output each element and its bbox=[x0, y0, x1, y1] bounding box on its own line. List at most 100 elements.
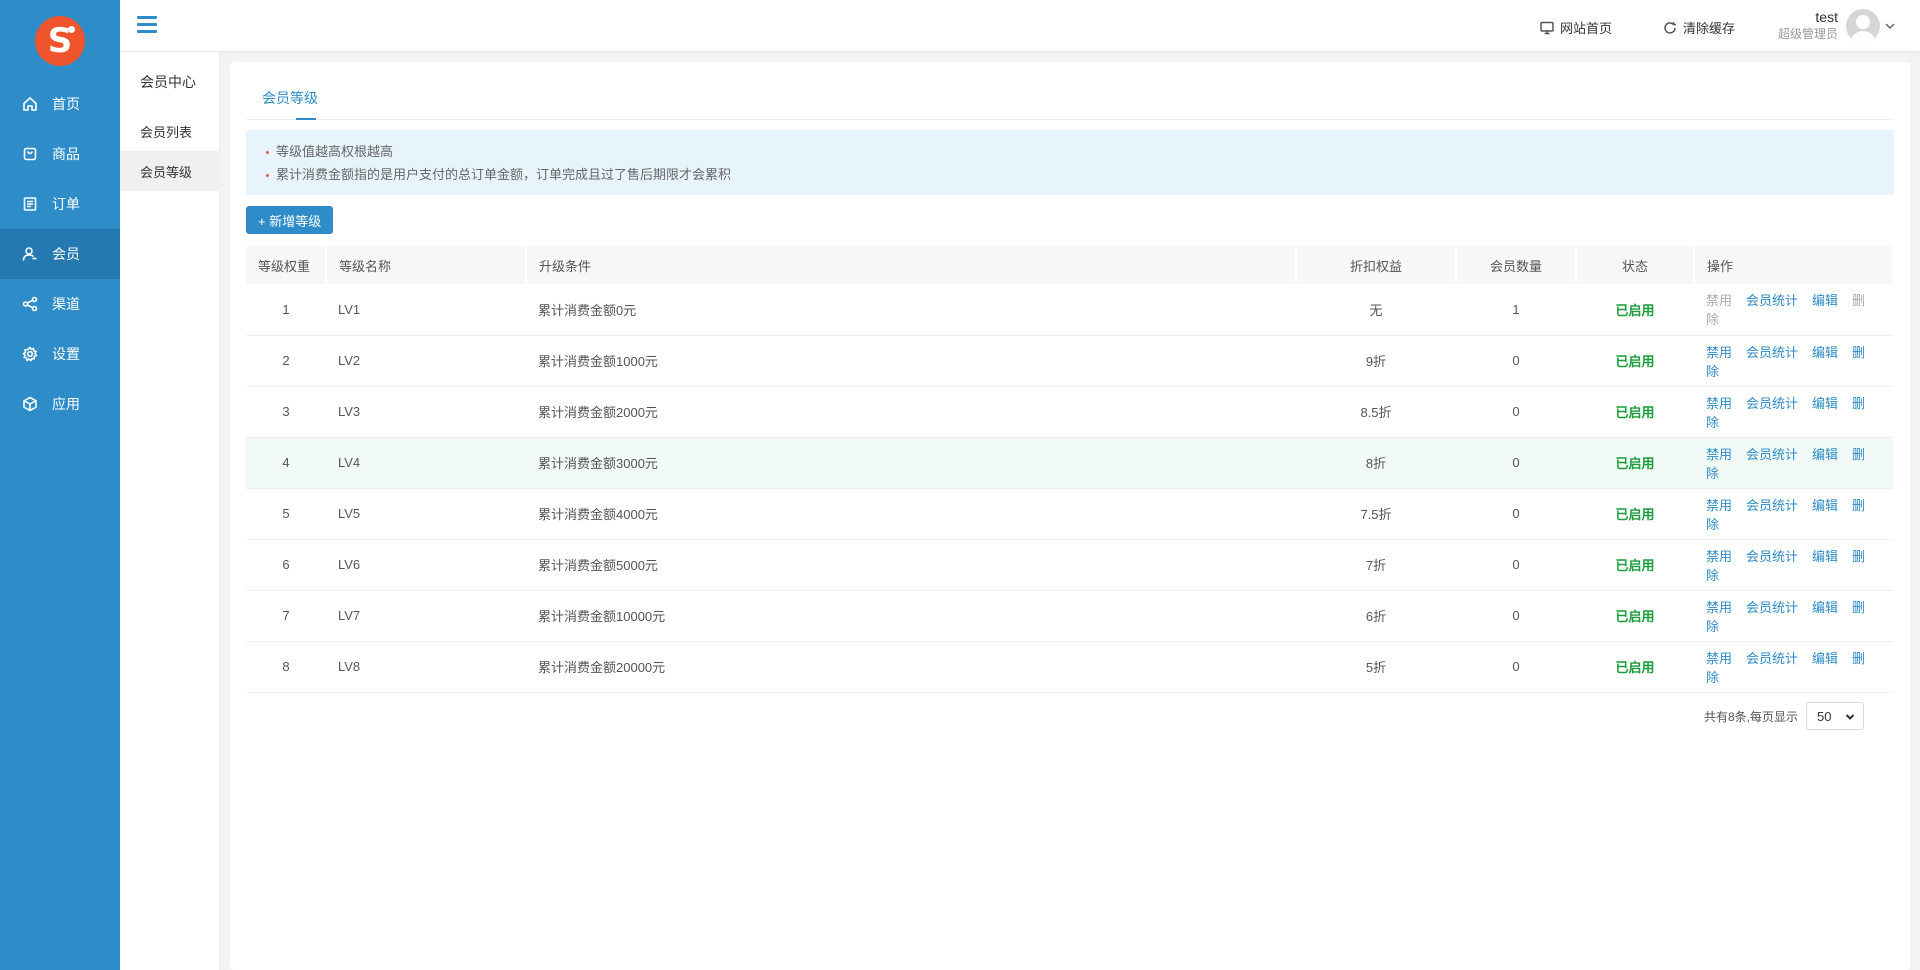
cell-weight: 8 bbox=[246, 641, 326, 693]
column-header: 折扣权益 bbox=[1296, 246, 1457, 284]
cell-status: 已启用 bbox=[1576, 284, 1694, 336]
notice-line: 累计消费金额指的是用户支付的总订单金额，订单完成且过了售后期限才会累积 bbox=[246, 163, 1894, 186]
cell-condition: 累计消费金额2000元 bbox=[526, 386, 1296, 438]
cell-discount: 7折 bbox=[1296, 539, 1456, 591]
user-name: test bbox=[1815, 9, 1838, 25]
nav-list: 首页 商品 订单 会员 渠道 设置 应用 bbox=[0, 79, 120, 429]
disable-link[interactable]: 禁用 bbox=[1706, 651, 1732, 666]
cell-status: 已启用 bbox=[1576, 386, 1694, 438]
cell-actions: 禁用 会员统计 编辑 删除 bbox=[1694, 539, 1893, 591]
submenu-item-label: 会员列表 bbox=[140, 124, 193, 140]
edit-link[interactable]: 编辑 bbox=[1812, 549, 1838, 564]
edit-link[interactable]: 编辑 bbox=[1812, 600, 1838, 615]
status-badge: 已启用 bbox=[1615, 302, 1655, 318]
tab-member-level[interactable]: 会员等级 bbox=[262, 88, 318, 108]
edit-link[interactable]: 编辑 bbox=[1812, 293, 1838, 308]
cell-discount: 5折 bbox=[1296, 641, 1456, 693]
column-header: 升级条件 bbox=[526, 246, 1297, 284]
cell-condition: 累计消费金额1000元 bbox=[526, 335, 1296, 387]
edit-link[interactable]: 编辑 bbox=[1812, 345, 1838, 360]
edit-link[interactable]: 编辑 bbox=[1812, 498, 1838, 513]
status-badge: 已启用 bbox=[1615, 558, 1655, 573]
cell-condition: 累计消费金额10000元 bbox=[526, 590, 1296, 642]
cell-actions: 禁用 会员统计 编辑 删除 bbox=[1694, 335, 1893, 387]
cell-member-count: 0 bbox=[1456, 590, 1576, 642]
site-home-link[interactable]: 网站首页 bbox=[1540, 18, 1612, 37]
logo[interactable]: S bbox=[35, 16, 85, 66]
column-header: 会员数量 bbox=[1456, 246, 1577, 284]
cell-discount: 6折 bbox=[1296, 590, 1456, 642]
cell-member-count: 0 bbox=[1456, 488, 1576, 540]
member-stats-link[interactable]: 会员统计 bbox=[1746, 293, 1798, 308]
user-info[interactable]: test 超级管理员 bbox=[1778, 9, 1838, 42]
nav-item-home[interactable]: 首页 bbox=[0, 79, 120, 129]
cell-discount: 8折 bbox=[1296, 437, 1456, 489]
nav-item-orders[interactable]: 订单 bbox=[0, 179, 120, 229]
cell-actions: 禁用 会员统计 编辑 删除 bbox=[1694, 488, 1893, 540]
cell-actions: 禁用 会员统计 编辑 删除 bbox=[1694, 590, 1893, 642]
table-row: 1 LV1 累计消费金额0元无 1 已启用 禁用 会员统计 编辑 删除 bbox=[246, 284, 1893, 336]
menu-toggle-icon[interactable] bbox=[137, 16, 157, 34]
clear-cache-link[interactable]: 清除缓存 bbox=[1663, 18, 1735, 37]
disable-link[interactable]: 禁用 bbox=[1706, 498, 1732, 513]
page-size-select[interactable]: 50 bbox=[1806, 702, 1864, 730]
cell-weight: 7 bbox=[246, 590, 326, 642]
edit-link[interactable]: 编辑 bbox=[1812, 447, 1838, 462]
edit-link[interactable]: 编辑 bbox=[1812, 396, 1838, 411]
add-level-button[interactable]: + 新增等级 bbox=[246, 206, 334, 234]
member-stats-link[interactable]: 会员统计 bbox=[1746, 549, 1798, 564]
page-size-value: 50 bbox=[1817, 708, 1832, 724]
cell-status: 已启用 bbox=[1576, 437, 1694, 489]
disable-link[interactable]: 禁用 bbox=[1706, 600, 1732, 615]
disable-link[interactable]: 禁用 bbox=[1706, 549, 1732, 564]
member-stats-link[interactable]: 会员统计 bbox=[1746, 345, 1798, 360]
status-badge: 已启用 bbox=[1615, 609, 1655, 624]
cell-status: 已启用 bbox=[1576, 488, 1694, 540]
table-header-row: 等级权重 等级名称 升级条件 折扣权益 会员数量 状态 操作 bbox=[246, 246, 1894, 284]
status-badge: 已启用 bbox=[1615, 405, 1655, 420]
member-stats-link[interactable]: 会员统计 bbox=[1746, 498, 1798, 513]
submenu-item-member-level[interactable]: 会员等级 bbox=[120, 151, 220, 191]
cell-status: 已启用 bbox=[1576, 641, 1694, 693]
cell-condition: 累计消费金额4000元 bbox=[526, 488, 1296, 540]
nav-item-settings[interactable]: 设置 bbox=[0, 329, 120, 379]
cube-icon bbox=[22, 396, 38, 412]
status-badge: 已启用 bbox=[1615, 660, 1655, 675]
member-stats-link[interactable]: 会员统计 bbox=[1746, 600, 1798, 615]
nav-item-members[interactable]: 会员 bbox=[0, 229, 120, 279]
status-badge: 已启用 bbox=[1615, 456, 1655, 471]
nav-item-label: 订单 bbox=[52, 196, 80, 212]
member-stats-link[interactable]: 会员统计 bbox=[1746, 651, 1798, 666]
cell-discount: 8.5折 bbox=[1296, 386, 1456, 438]
pagination: 共有8条,每页显示 50 bbox=[1704, 702, 1864, 730]
status-badge: 已启用 bbox=[1615, 354, 1655, 369]
content-panel: 会员等级 等级值越高权根越高 累计消费金额指的是用户支付的总订单金额，订单完成且… bbox=[230, 62, 1910, 970]
notice-line: 等级值越高权根越高 bbox=[246, 140, 1894, 163]
disable-link[interactable]: 禁用 bbox=[1706, 447, 1732, 462]
avatar[interactable] bbox=[1846, 9, 1880, 43]
cell-status: 已启用 bbox=[1576, 335, 1694, 387]
table-row: 5 LV5 累计消费金额4000元 7.5折 0 已启用 禁用 会员统计 编辑 删除 bbox=[246, 488, 1893, 540]
disable-link[interactable]: 禁用 bbox=[1706, 293, 1732, 308]
disable-link[interactable]: 禁用 bbox=[1706, 396, 1732, 411]
member-stats-link[interactable]: 会员统计 bbox=[1746, 447, 1798, 462]
nav-item-label: 商品 bbox=[52, 146, 80, 162]
cell-level-name: LV5 bbox=[326, 488, 526, 540]
cell-actions: 禁用 会员统计 编辑 删除 bbox=[1694, 641, 1893, 693]
cell-level-name: LV4 bbox=[326, 437, 526, 489]
submenu-item-member-list[interactable]: 会员列表 bbox=[120, 111, 220, 151]
cell-weight: 2 bbox=[246, 335, 326, 387]
nav-item-channels[interactable]: 渠道 bbox=[0, 279, 120, 329]
nav-item-apps[interactable]: 应用 bbox=[0, 379, 120, 429]
cell-weight: 1 bbox=[246, 284, 326, 336]
cell-member-count: 0 bbox=[1456, 437, 1576, 489]
member-stats-link[interactable]: 会员统计 bbox=[1746, 396, 1798, 411]
edit-link[interactable]: 编辑 bbox=[1812, 651, 1838, 666]
site-home-label: 网站首页 bbox=[1560, 21, 1613, 36]
disable-link[interactable]: 禁用 bbox=[1706, 345, 1732, 360]
cell-condition: 累计消费金额3000元 bbox=[526, 437, 1296, 489]
cell-discount: 7.5折 bbox=[1296, 488, 1456, 540]
nav-item-goods[interactable]: 商品 bbox=[0, 129, 120, 179]
chevron-down-icon[interactable] bbox=[1884, 20, 1896, 32]
cell-actions: 禁用 会员统计 编辑 删除 bbox=[1694, 437, 1893, 489]
